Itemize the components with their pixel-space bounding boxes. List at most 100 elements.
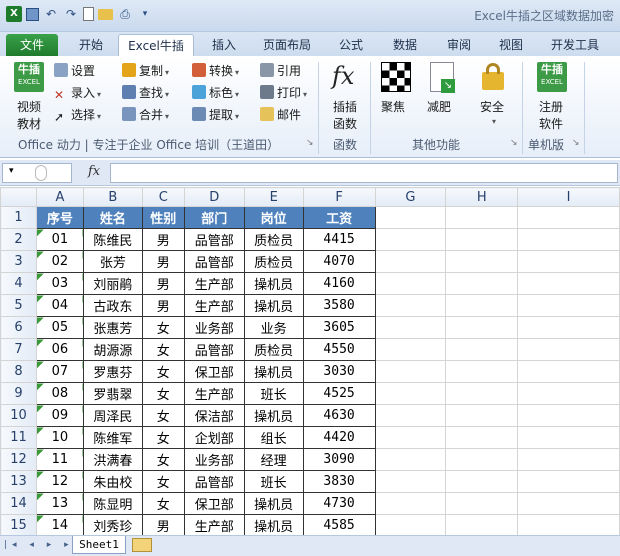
column-header[interactable]: I — [517, 187, 620, 207]
cell[interactable]: 4160 — [302, 272, 376, 295]
cell[interactable]: 罗翡翠 — [82, 382, 143, 405]
print-button[interactable]: 打印 ▾ — [260, 84, 307, 101]
cell[interactable]: 品管部 — [183, 250, 245, 273]
cell[interactable]: 刘秀珍 — [82, 514, 143, 535]
column-header[interactable]: D — [183, 187, 245, 207]
cell[interactable]: 品管部 — [183, 228, 245, 251]
empty-cell[interactable] — [517, 514, 620, 535]
tab-file[interactable]: 文件 — [6, 34, 58, 56]
tab-view[interactable]: 视图 — [488, 34, 534, 56]
cell[interactable]: 男 — [141, 272, 185, 295]
cell[interactable]: 陈维民 — [82, 228, 143, 251]
security-button[interactable]: 安全 ▾ — [474, 62, 514, 132]
cell[interactable]: 4420 — [302, 426, 376, 449]
row-header[interactable]: 3 — [0, 250, 37, 273]
cell[interactable]: 男 — [141, 294, 185, 317]
cell[interactable]: 女 — [141, 404, 185, 427]
insert-function-button[interactable]: fx 插插 函数 — [326, 62, 366, 132]
worksheet-grid[interactable]: ABCDEFGHI 1 序号 姓名 性别 部门 岗位 工资 2 01 陈维民男品管部 质检员 4415… — [0, 187, 620, 535]
cell[interactable]: 女 — [141, 426, 185, 449]
column-header[interactable]: H — [445, 187, 519, 207]
cell[interactable]: 06 — [35, 338, 84, 361]
empty-cell[interactable] — [517, 382, 620, 405]
cell[interactable]: 生产部 — [183, 382, 245, 405]
row-header[interactable]: 11 — [0, 426, 37, 449]
cell[interactable]: 班长 — [243, 470, 304, 493]
empty-cell[interactable] — [517, 294, 620, 317]
empty-cell[interactable] — [445, 272, 519, 295]
undo-icon[interactable]: ↶ — [43, 6, 59, 22]
table-header-cell[interactable]: 工资 — [302, 206, 376, 229]
cell[interactable]: 09 — [35, 404, 84, 427]
cell[interactable]: 经理 — [243, 448, 304, 471]
cell[interactable]: 陈显明 — [82, 492, 143, 515]
cell[interactable]: 01 — [35, 228, 84, 251]
empty-cell[interactable] — [374, 294, 447, 317]
cell[interactable]: 操机员 — [243, 360, 304, 383]
empty-cell[interactable] — [517, 492, 620, 515]
empty-cell[interactable] — [374, 514, 447, 535]
cell[interactable]: 陈维军 — [82, 426, 143, 449]
cell[interactable]: 保卫部 — [183, 360, 245, 383]
table-header-cell[interactable]: 序号 — [35, 206, 84, 229]
table-header-cell[interactable]: 性别 — [141, 206, 185, 229]
tab-formulas[interactable]: 公式 — [328, 34, 374, 56]
cell[interactable]: 05 — [35, 316, 84, 339]
cell[interactable]: 品管部 — [183, 470, 245, 493]
dialog-launcher-icon[interactable]: ↘ — [510, 138, 518, 148]
cell[interactable]: 07 — [35, 360, 84, 383]
cell[interactable]: 操机员 — [243, 404, 304, 427]
column-header[interactable]: E — [243, 187, 304, 207]
tab-data[interactable]: 数据 — [382, 34, 428, 56]
empty-cell[interactable] — [445, 228, 519, 251]
cell[interactable]: 张惠芳 — [82, 316, 143, 339]
cell[interactable]: 3830 — [302, 470, 376, 493]
mail-button[interactable]: 邮件 — [260, 106, 301, 123]
empty-cell[interactable] — [445, 250, 519, 273]
cell[interactable]: 企划部 — [183, 426, 245, 449]
name-box[interactable]: ▾ — [2, 163, 72, 183]
empty-cell[interactable] — [445, 426, 519, 449]
new-file-icon[interactable] — [83, 7, 94, 21]
cell[interactable]: 操机员 — [243, 294, 304, 317]
empty-cell[interactable] — [374, 338, 447, 361]
cell[interactable]: 4070 — [302, 250, 376, 273]
cell[interactable]: 3090 — [302, 448, 376, 471]
cell[interactable]: 班长 — [243, 382, 304, 405]
cell[interactable]: 罗惠芬 — [82, 360, 143, 383]
cell[interactable]: 品管部 — [183, 338, 245, 361]
save-icon[interactable] — [26, 7, 39, 21]
cell[interactable]: 古政东 — [82, 294, 143, 317]
empty-cell[interactable] — [445, 470, 519, 493]
cell[interactable]: 女 — [141, 338, 185, 361]
column-header[interactable]: A — [35, 187, 84, 207]
cell[interactable]: 女 — [141, 470, 185, 493]
slim-button[interactable]: ↘ 减肥 — [424, 62, 460, 132]
cell[interactable]: 女 — [141, 382, 185, 405]
insert-sheet-icon[interactable] — [132, 538, 152, 552]
register-button[interactable]: 牛插 EXCEL 注册 软件 — [534, 62, 574, 132]
cell[interactable]: 03 — [35, 272, 84, 295]
row-header[interactable]: 6 — [0, 316, 37, 339]
cell[interactable]: 生产部 — [183, 514, 245, 535]
empty-cell[interactable] — [517, 206, 620, 229]
find-button[interactable]: 查找 ▾ — [122, 84, 169, 101]
cell[interactable]: 02 — [35, 250, 84, 273]
cell[interactable]: 刘丽鹃 — [82, 272, 143, 295]
empty-cell[interactable] — [445, 448, 519, 471]
cell[interactable]: 业务部 — [183, 316, 245, 339]
insert-function-icon[interactable]: fx — [88, 164, 100, 179]
empty-cell[interactable] — [517, 250, 620, 273]
empty-cell[interactable] — [517, 404, 620, 427]
dialog-launcher-icon[interactable]: ↘ — [306, 138, 314, 148]
row-header[interactable]: 13 — [0, 470, 37, 493]
customize-qat-icon[interactable]: ▾ — [137, 6, 153, 22]
row-header[interactable]: 7 — [0, 338, 37, 361]
cell[interactable]: 12 — [35, 470, 84, 493]
cell[interactable]: 业务部 — [183, 448, 245, 471]
cell[interactable]: 男 — [141, 514, 185, 535]
empty-cell[interactable] — [517, 448, 620, 471]
cell[interactable]: 质检员 — [243, 250, 304, 273]
chevron-down-icon[interactable]: ▾ — [9, 166, 14, 176]
quote-button[interactable]: 引用 — [260, 62, 301, 79]
